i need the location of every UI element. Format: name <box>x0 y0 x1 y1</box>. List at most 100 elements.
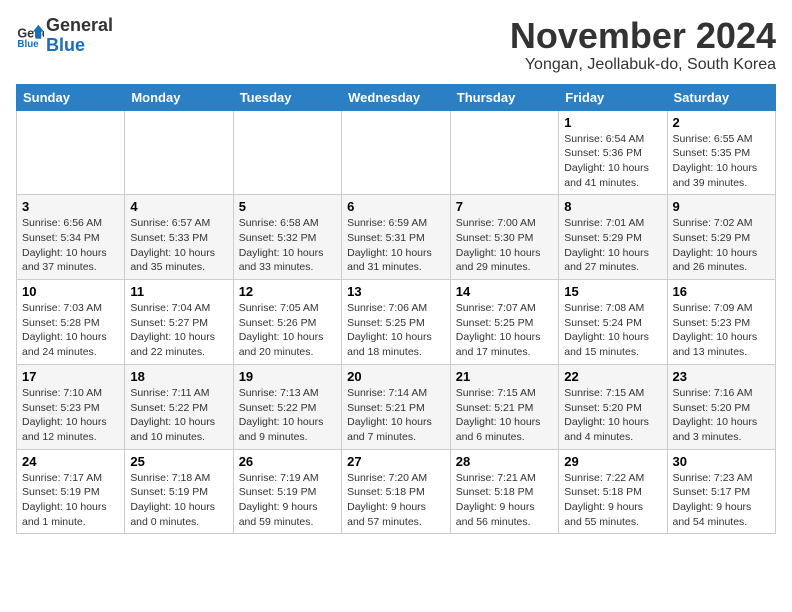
calendar-cell <box>125 110 233 195</box>
calendar-cell: 26 Sunrise: 7:19 AM Sunset: 5:19 PM Dayli… <box>233 449 341 534</box>
weekday-header: Tuesday <box>233 84 341 110</box>
day-number: 27 <box>347 454 445 469</box>
calendar-cell: 11Sunrise: 7:04 AM Sunset: 5:27 PM Dayli… <box>125 280 233 365</box>
calendar-cell: 29 Sunrise: 7:22 AM Sunset: 5:18 PM Dayli… <box>559 449 667 534</box>
day-number: 10 <box>22 284 119 299</box>
svg-text:Blue: Blue <box>17 39 39 50</box>
day-info: Sunrise: 6:56 AM Sunset: 5:34 PM Dayligh… <box>22 216 119 275</box>
weekday-header: Saturday <box>667 84 776 110</box>
calendar-cell: 13Sunrise: 7:06 AM Sunset: 5:25 PM Dayli… <box>342 280 451 365</box>
calendar-week-row: 10 Sunrise: 7:03 AM Sunset: 5:28 PM Dayli… <box>17 280 776 365</box>
day-info: Sunrise: 7:22 AM Sunset: 5:18 PM Dayligh… <box>564 471 661 530</box>
day-number: 1 <box>564 115 661 130</box>
calendar-cell: 21Sunrise: 7:15 AM Sunset: 5:21 PM Dayli… <box>450 364 558 449</box>
day-info: Sunrise: 7:13 AM Sunset: 5:22 PM Dayligh… <box>239 386 336 445</box>
calendar-table: SundayMondayTuesdayWednesdayThursdayFrid… <box>16 84 776 535</box>
weekday-header: Monday <box>125 84 233 110</box>
calendar-cell: 14 Sunrise: 7:07 AM Sunset: 5:25 PM Dayli… <box>450 280 558 365</box>
day-number: 30 <box>673 454 771 469</box>
calendar-cell: 1 Sunrise: 6:54 AM Sunset: 5:36 PM Daylig… <box>559 110 667 195</box>
weekday-header: Friday <box>559 84 667 110</box>
calendar-cell: 19 Sunrise: 7:13 AM Sunset: 5:22 PM Dayli… <box>233 364 341 449</box>
day-info: Sunrise: 7:02 AM Sunset: 5:29 PM Dayligh… <box>673 216 771 275</box>
day-info: Sunrise: 6:57 AM Sunset: 5:33 PM Dayligh… <box>130 216 227 275</box>
day-number: 4 <box>130 199 227 214</box>
calendar-cell: 23 Sunrise: 7:16 AM Sunset: 5:20 PM Dayli… <box>667 364 776 449</box>
day-number: 13 <box>347 284 445 299</box>
calendar-cell: 25Sunrise: 7:18 AM Sunset: 5:19 PM Dayli… <box>125 449 233 534</box>
day-info: Sunrise: 7:01 AM Sunset: 5:29 PM Dayligh… <box>564 216 661 275</box>
calendar-cell: 5 Sunrise: 6:58 AM Sunset: 5:32 PM Daylig… <box>233 195 341 280</box>
day-number: 7 <box>456 199 553 214</box>
day-info: Sunrise: 6:58 AM Sunset: 5:32 PM Dayligh… <box>239 216 336 275</box>
day-info: Sunrise: 7:00 AM Sunset: 5:30 PM Dayligh… <box>456 216 553 275</box>
day-number: 8 <box>564 199 661 214</box>
calendar-cell: 24 Sunrise: 7:17 AM Sunset: 5:19 PM Dayli… <box>17 449 125 534</box>
calendar-week-row: 24 Sunrise: 7:17 AM Sunset: 5:19 PM Dayli… <box>17 449 776 534</box>
calendar-cell: 2 Sunrise: 6:55 AM Sunset: 5:35 PM Daylig… <box>667 110 776 195</box>
day-number: 23 <box>673 369 771 384</box>
day-info: Sunrise: 7:08 AM Sunset: 5:24 PM Dayligh… <box>564 301 661 360</box>
calendar-cell: 8 Sunrise: 7:01 AM Sunset: 5:29 PM Daylig… <box>559 195 667 280</box>
day-info: Sunrise: 7:09 AM Sunset: 5:23 PM Dayligh… <box>673 301 771 360</box>
calendar-week-row: 3 Sunrise: 6:56 AM Sunset: 5:34 PM Daylig… <box>17 195 776 280</box>
calendar-week-row: 1 Sunrise: 6:54 AM Sunset: 5:36 PM Daylig… <box>17 110 776 195</box>
calendar-cell: 6 Sunrise: 6:59 AM Sunset: 5:31 PM Daylig… <box>342 195 451 280</box>
day-info: Sunrise: 7:21 AM Sunset: 5:18 PM Dayligh… <box>456 471 553 530</box>
day-number: 12 <box>239 284 336 299</box>
day-number: 19 <box>239 369 336 384</box>
logo: General Blue General Blue <box>16 16 113 56</box>
day-number: 2 <box>673 115 771 130</box>
calendar-cell <box>450 110 558 195</box>
day-info: Sunrise: 7:17 AM Sunset: 5:19 PM Dayligh… <box>22 471 119 530</box>
day-info: Sunrise: 7:19 AM Sunset: 5:19 PM Dayligh… <box>239 471 336 530</box>
logo-icon: General Blue <box>16 22 44 50</box>
day-number: 6 <box>347 199 445 214</box>
day-number: 24 <box>22 454 119 469</box>
day-info: Sunrise: 7:18 AM Sunset: 5:19 PM Dayligh… <box>130 471 227 530</box>
calendar-cell: 15Sunrise: 7:08 AM Sunset: 5:24 PM Dayli… <box>559 280 667 365</box>
calendar-cell: 4 Sunrise: 6:57 AM Sunset: 5:33 PM Daylig… <box>125 195 233 280</box>
calendar-cell: 28 Sunrise: 7:21 AM Sunset: 5:18 PM Dayli… <box>450 449 558 534</box>
logo-text: General Blue <box>46 16 113 56</box>
day-number: 5 <box>239 199 336 214</box>
calendar-cell: 27 Sunrise: 7:20 AM Sunset: 5:18 PM Dayli… <box>342 449 451 534</box>
month-title: November 2024 <box>510 16 776 56</box>
day-number: 14 <box>456 284 553 299</box>
day-info: Sunrise: 7:07 AM Sunset: 5:25 PM Dayligh… <box>456 301 553 360</box>
day-number: 20 <box>347 369 445 384</box>
page-header: General Blue General Blue November 2024 … <box>16 16 776 74</box>
calendar-cell: 18Sunrise: 7:11 AM Sunset: 5:22 PM Dayli… <box>125 364 233 449</box>
title-area: November 2024 Yongan, Jeollabuk-do, Sout… <box>510 16 776 74</box>
day-info: Sunrise: 7:05 AM Sunset: 5:26 PM Dayligh… <box>239 301 336 360</box>
day-info: Sunrise: 7:16 AM Sunset: 5:20 PM Dayligh… <box>673 386 771 445</box>
calendar-cell <box>342 110 451 195</box>
day-info: Sunrise: 6:54 AM Sunset: 5:36 PM Dayligh… <box>564 132 661 191</box>
calendar-cell: 30 Sunrise: 7:23 AM Sunset: 5:17 PM Dayli… <box>667 449 776 534</box>
day-number: 18 <box>130 369 227 384</box>
day-number: 3 <box>22 199 119 214</box>
calendar-cell: 9 Sunrise: 7:02 AM Sunset: 5:29 PM Daylig… <box>667 195 776 280</box>
calendar-cell: 10 Sunrise: 7:03 AM Sunset: 5:28 PM Dayli… <box>17 280 125 365</box>
day-number: 17 <box>22 369 119 384</box>
weekday-header: Thursday <box>450 84 558 110</box>
day-info: Sunrise: 6:55 AM Sunset: 5:35 PM Dayligh… <box>673 132 771 191</box>
calendar-cell: 12 Sunrise: 7:05 AM Sunset: 5:26 PM Dayli… <box>233 280 341 365</box>
day-info: Sunrise: 7:04 AM Sunset: 5:27 PM Dayligh… <box>130 301 227 360</box>
day-info: Sunrise: 6:59 AM Sunset: 5:31 PM Dayligh… <box>347 216 445 275</box>
day-info: Sunrise: 7:20 AM Sunset: 5:18 PM Dayligh… <box>347 471 445 530</box>
day-info: Sunrise: 7:10 AM Sunset: 5:23 PM Dayligh… <box>22 386 119 445</box>
day-number: 28 <box>456 454 553 469</box>
weekday-header: Sunday <box>17 84 125 110</box>
day-info: Sunrise: 7:15 AM Sunset: 5:20 PM Dayligh… <box>564 386 661 445</box>
day-number: 26 <box>239 454 336 469</box>
calendar-cell: 22Sunrise: 7:15 AM Sunset: 5:20 PM Dayli… <box>559 364 667 449</box>
day-number: 21 <box>456 369 553 384</box>
day-info: Sunrise: 7:03 AM Sunset: 5:28 PM Dayligh… <box>22 301 119 360</box>
calendar-week-row: 17 Sunrise: 7:10 AM Sunset: 5:23 PM Dayli… <box>17 364 776 449</box>
day-info: Sunrise: 7:23 AM Sunset: 5:17 PM Dayligh… <box>673 471 771 530</box>
day-number: 9 <box>673 199 771 214</box>
calendar-cell: 7 Sunrise: 7:00 AM Sunset: 5:30 PM Daylig… <box>450 195 558 280</box>
calendar-cell <box>233 110 341 195</box>
day-number: 29 <box>564 454 661 469</box>
